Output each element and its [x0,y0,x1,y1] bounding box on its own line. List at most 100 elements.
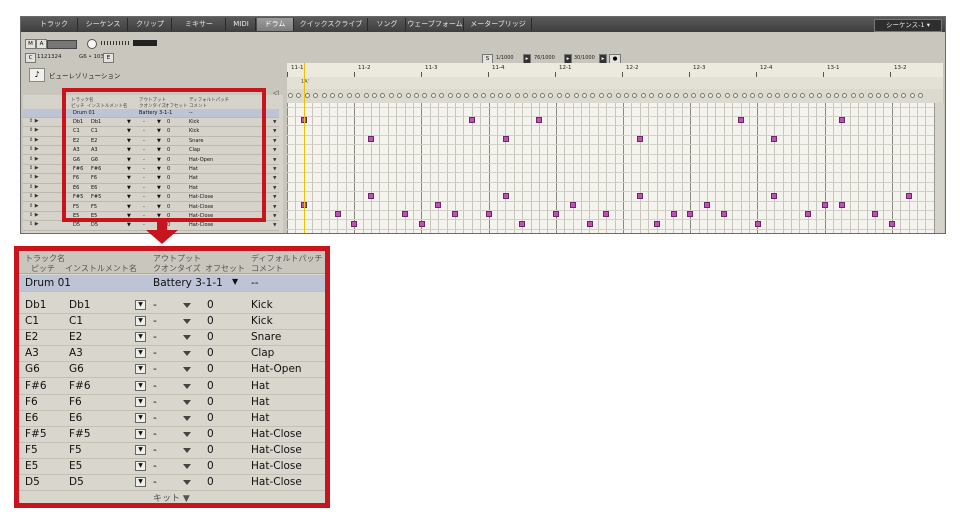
row-menu-icon[interactable]: ▼ [273,139,276,144]
drum-note[interactable] [889,220,895,227]
c-button[interactable]: C [25,53,36,63]
row-quant[interactable]: - [153,329,157,345]
drum-note[interactable] [351,220,358,227]
row-offset[interactable]: 0 [207,297,214,313]
drum-note[interactable] [519,220,526,227]
row-inst[interactable]: F5 [69,442,82,458]
step-button[interactable] [430,93,436,98]
step-button[interactable] [783,93,789,98]
step-button[interactable] [834,93,839,98]
step-button[interactable] [808,93,814,98]
drum-key-row[interactable]: F6 F6 - 0 Hat ▼ [19,394,325,411]
row-offset[interactable]: 0 [207,474,214,490]
row-offset[interactable]: 0 [207,426,214,442]
step-button[interactable] [607,93,613,98]
step-button[interactable] [876,93,881,98]
drum-key-row[interactable]: D5 D5 - 0 Hat-Close ▼ [19,474,325,492]
step-button[interactable] [573,93,579,98]
tab-6[interactable]: クイックスクライブ [295,18,368,31]
row-pitch[interactable]: Db1 [25,297,46,313]
step-button[interactable] [439,93,445,98]
row-quant[interactable]: - [153,378,157,394]
step-button[interactable] [330,93,335,98]
instrument-dropdown-icon[interactable]: ▼ [127,221,131,229]
tab-3[interactable]: ミキサー [173,18,226,31]
drum-note[interactable] [771,192,778,199]
drum-note[interactable] [653,220,660,227]
step-button[interactable] [909,93,915,98]
drum-key-row[interactable]: E5 E5 - 0 Hat-Close ▼ [19,458,325,475]
instrument-dropdown-icon[interactable]: ▼ [135,364,146,375]
drum-note[interactable] [805,211,811,218]
step-button[interactable] [355,93,361,98]
step-button-row[interactable] [287,89,943,104]
row-quant[interactable]: - [153,474,157,490]
row-inst[interactable]: D5 [91,221,98,229]
step-button[interactable] [892,93,898,98]
step-button[interactable] [456,93,461,98]
row-pitch[interactable]: E5 [25,458,38,474]
step-button[interactable] [682,93,688,98]
kit-dropdown-icon[interactable]: ▼ [183,494,190,503]
step-button[interactable] [615,93,621,98]
resolution-button[interactable]: ♪ [29,68,45,82]
drum-note[interactable] [872,211,879,218]
step-button[interactable] [716,93,722,98]
tab-0[interactable]: トラック [31,18,78,31]
step-button[interactable] [556,93,562,98]
row-quant[interactable]: - [153,394,157,410]
row-menu-icon[interactable]: ▼ [273,158,276,163]
a-button[interactable]: A [36,39,47,49]
quantize-dropdown-icon[interactable] [183,303,191,308]
step-button[interactable] [582,93,587,98]
quantize-dropdown-icon[interactable] [183,319,191,325]
step-button[interactable] [388,93,394,98]
row-offset[interactable]: 0 [207,442,214,458]
step-button[interactable] [346,93,352,98]
row-pitch[interactable]: D5 [25,474,40,490]
row-pitch[interactable]: D5 [73,221,80,229]
step-button[interactable] [288,93,293,98]
row-offset[interactable]: 0 [207,329,214,345]
step-button[interactable] [321,93,327,98]
step-button[interactable] [657,93,663,98]
instrument-dropdown-icon[interactable]: ▼ [135,332,146,343]
tab-1[interactable]: シーケンス [79,18,128,31]
instrument-dropdown-icon[interactable]: ▼ [135,477,146,488]
step-button[interactable] [598,93,604,98]
step-button[interactable] [363,93,369,98]
row-quant[interactable]: - [153,458,157,474]
drum-note[interactable] [536,117,543,124]
row-offset[interactable]: 0 [207,361,214,377]
row-inst[interactable]: G6 [69,361,84,377]
row-quant[interactable]: - [153,297,157,313]
tab-2[interactable]: クリップ [129,18,172,31]
step-button[interactable] [850,93,856,98]
row-offset[interactable]: 0 [207,394,214,410]
volume-slider[interactable] [47,40,77,49]
row-inst[interactable]: F#5 [69,426,91,442]
step-button[interactable] [825,93,831,98]
drum-key-row[interactable]: A3 A3 - 0 Clap ▼ [19,345,325,363]
row-menu-icon[interactable]: ▼ [273,148,276,153]
quantize-dropdown-icon[interactable] [183,335,191,341]
step-button[interactable] [741,93,747,98]
drum-key-row[interactable]: E6 E6 - 0 Hat ▼ [19,410,325,427]
drum-key-row[interactable]: Db1 Db1 - 0 Kick ▼ [19,297,325,314]
drum-note[interactable] [401,211,408,218]
row-quant[interactable]: - [153,361,157,377]
drum-key-row[interactable]: F5 F5 - 0 Hat-Close ▼ [19,442,325,459]
instrument-dropdown-icon[interactable]: ▼ [135,412,146,423]
tab-5[interactable]: ドラム [257,18,294,31]
step-button[interactable] [884,93,890,98]
row-menu-icon[interactable]: ▼ [273,167,276,172]
drum-note[interactable] [469,117,475,124]
row-offset[interactable]: 0 [207,378,214,394]
step-button[interactable] [792,93,797,98]
step-button[interactable] [842,93,848,98]
row-inst[interactable]: A3 [69,345,83,361]
drum-note[interactable] [553,211,559,218]
row-inst[interactable]: E6 [69,410,82,426]
drum-note[interactable] [418,220,425,227]
drum-key-row[interactable]: G6 G6 - 0 Hat-Open ▼ [19,361,325,379]
